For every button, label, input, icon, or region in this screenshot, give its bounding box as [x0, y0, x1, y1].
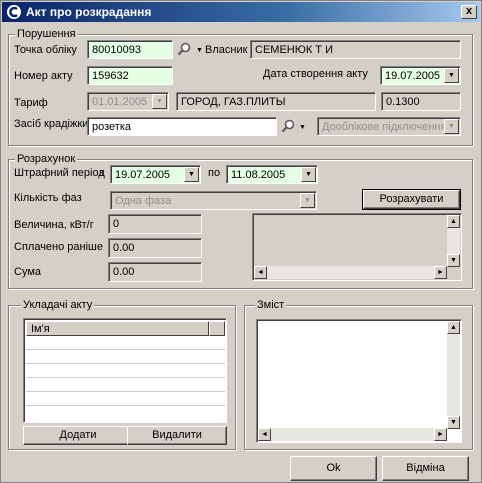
tariff-date-combo: 01.01.2005 ▼	[87, 92, 169, 111]
period-to-combo[interactable]: 11.08.2005 ▼	[226, 165, 318, 184]
cancel-button[interactable]: Відміна	[382, 456, 469, 481]
tariff-label: Тариф	[14, 97, 48, 109]
chevron-down-icon: ▼	[152, 94, 167, 109]
table-row[interactable]	[26, 336, 225, 350]
sum-label: Сума	[14, 266, 42, 278]
paid-field: 0.00	[108, 238, 202, 258]
period-label: Штрафний період	[14, 167, 105, 179]
owner-label: Власник	[205, 44, 248, 56]
scroll-right-icon[interactable]: ►	[434, 266, 447, 279]
means-input[interactable]: розетка	[87, 117, 277, 136]
content-textarea[interactable]: ▲ ▼ ◄ ►	[256, 319, 462, 443]
scroll-right-icon[interactable]: ►	[434, 428, 447, 441]
chevron-down-icon[interactable]: ▼	[301, 167, 316, 182]
content-group-title: Зміст	[255, 299, 287, 311]
act-number-label: Номер акту	[14, 70, 73, 82]
act-number-input[interactable]: 159632	[87, 66, 173, 85]
phases-combo: Одна фаза ▼	[110, 191, 317, 210]
result-horizontal-scrollbar[interactable]: ◄ ►	[254, 266, 447, 279]
chevron-down-icon: ▼	[444, 119, 459, 134]
calc-group-title: Розрахунок	[15, 153, 78, 165]
content-vertical-scrollbar[interactable]: ▲ ▼	[447, 321, 460, 429]
created-date-label: Дата створення акту	[263, 68, 368, 80]
meter-dropdown-icon[interactable]: ▼	[196, 47, 203, 54]
meter-search-icon[interactable]	[177, 42, 191, 56]
close-button[interactable]: x	[461, 5, 477, 19]
calculate-button[interactable]: Розрахувати	[362, 189, 461, 210]
composers-group-title: Укладачі акту	[21, 299, 95, 311]
content-horizontal-scrollbar[interactable]: ◄ ►	[258, 428, 447, 441]
means-search-icon[interactable]	[281, 119, 295, 133]
table-row[interactable]	[26, 378, 225, 392]
sum-field: 0.00	[108, 262, 202, 282]
tariff-date-value: 01.01.2005	[92, 96, 148, 108]
paid-label: Сплачено раніше	[14, 241, 103, 253]
created-date-combo[interactable]: 19.07.2005 ▼	[380, 66, 461, 85]
chevron-down-icon[interactable]: ▼	[444, 68, 459, 83]
table-row[interactable]	[26, 350, 225, 364]
meter-label: Точка обліку	[14, 44, 77, 56]
amount-field: 0	[108, 214, 202, 234]
scroll-up-icon[interactable]: ▲	[447, 215, 460, 228]
app-icon	[7, 5, 21, 19]
phases-value: Одна фаза	[115, 195, 172, 207]
tariff-name-field: ГОРОД, ГАЗ.ПЛИТЫ	[176, 92, 376, 111]
scroll-down-icon[interactable]: ▼	[447, 416, 460, 429]
scroll-down-icon[interactable]: ▼	[447, 254, 460, 267]
column-name-header[interactable]: Ім'я	[31, 323, 50, 335]
table-row[interactable]	[26, 406, 225, 420]
chevron-down-icon: ▼	[300, 193, 315, 208]
scroll-left-icon[interactable]: ◄	[254, 266, 267, 279]
table-header: Ім'я	[26, 321, 209, 336]
table-header-right	[209, 321, 225, 336]
connection-combo: Дооблікове підключення ▼	[317, 117, 461, 136]
period-from-value: 19.07.2005	[115, 169, 171, 181]
owner-field: СЕМЕНЮК Т И	[250, 40, 461, 59]
ok-button[interactable]: Ok	[290, 456, 377, 481]
means-label: Засіб крадіжки	[14, 118, 89, 130]
delete-composer-button[interactable]: Видалити	[127, 426, 227, 445]
period-from-label: з	[99, 167, 105, 179]
period-to-label: по	[208, 167, 221, 179]
title-bar: Акт про розкрадання x	[2, 2, 480, 22]
result-vertical-scrollbar[interactable]: ▲ ▼	[447, 215, 460, 267]
amount-label: Величина, кВт/г	[14, 219, 94, 231]
scroll-left-icon[interactable]: ◄	[258, 428, 271, 441]
tariff-rate-field: 0.1300	[381, 92, 461, 111]
calc-result-panel[interactable]: ▲ ▼ ◄ ►	[252, 213, 462, 281]
table-row[interactable]	[26, 364, 225, 378]
table-row[interactable]	[26, 392, 225, 406]
period-to-value: 11.08.2005	[231, 169, 286, 181]
chevron-down-icon[interactable]: ▼	[184, 167, 199, 182]
period-from-combo[interactable]: 19.07.2005 ▼	[110, 165, 201, 184]
act-window: Акт про розкрадання x Порушення Точка об…	[0, 0, 482, 483]
created-date-value: 19.07.2005	[385, 70, 441, 82]
phases-label: Кількість фаз	[14, 192, 82, 204]
composers-table[interactable]: Ім'я	[23, 318, 227, 423]
add-composer-button[interactable]: Додати	[23, 426, 133, 445]
violation-group-title: Порушення	[15, 28, 78, 40]
connection-value: Дооблікове підключення	[322, 121, 447, 133]
meter-input[interactable]: 80010093	[87, 40, 173, 59]
scroll-up-icon[interactable]: ▲	[447, 321, 460, 334]
means-dropdown-icon[interactable]: ▼	[299, 124, 306, 131]
window-title: Акт про розкрадання	[26, 5, 152, 19]
